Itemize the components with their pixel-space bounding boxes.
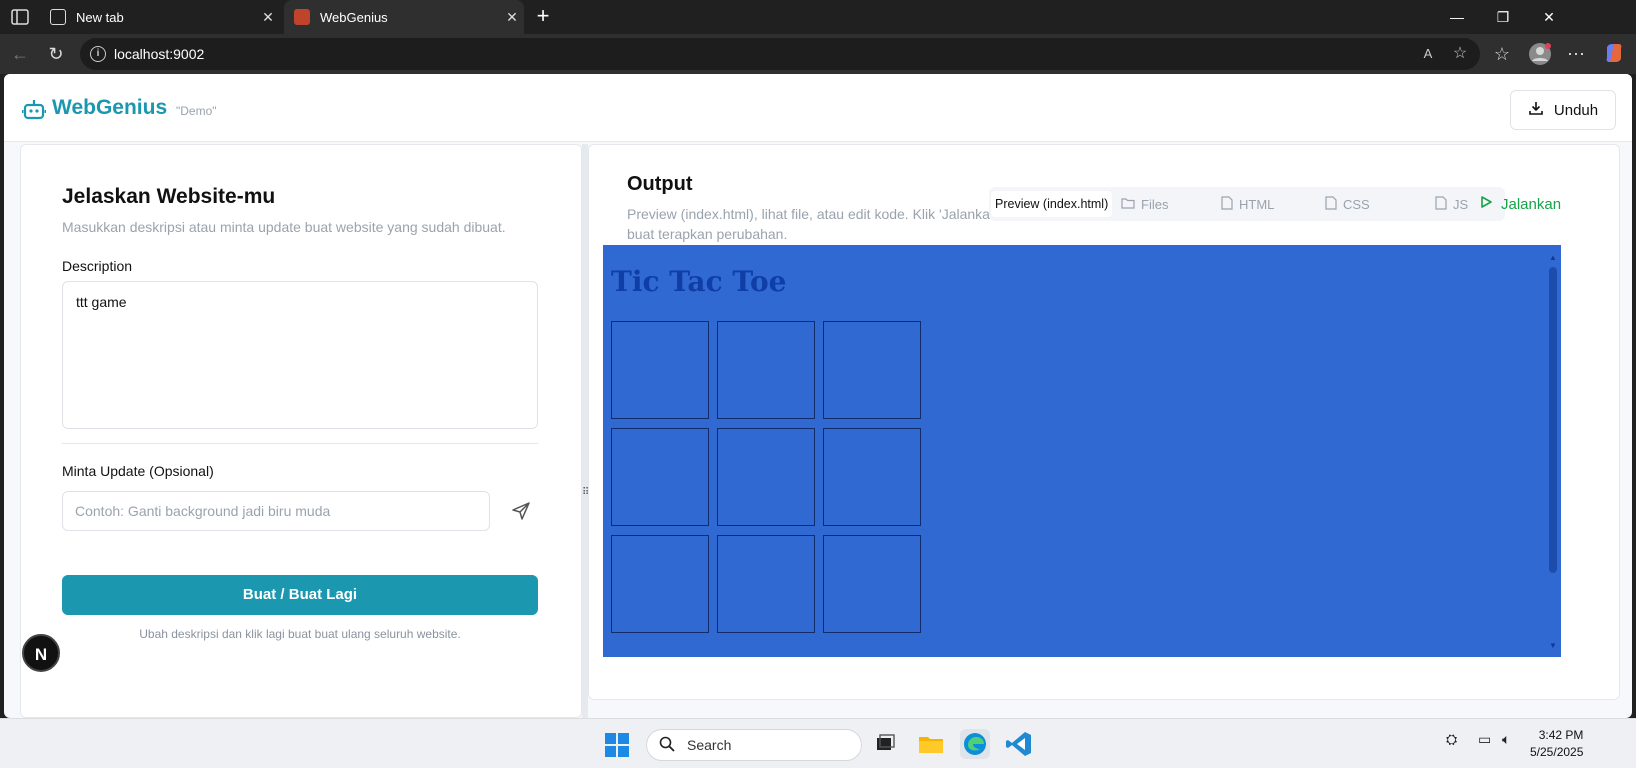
taskbar-search[interactable]: Search bbox=[646, 729, 862, 761]
description-panel: Jelaskan Website-mu Masukkan deskripsi a… bbox=[20, 144, 582, 718]
more-menu-icon[interactable]: ⋯ bbox=[1564, 42, 1588, 66]
new-tab-icon bbox=[50, 9, 66, 25]
minimize-icon[interactable]: — bbox=[1434, 5, 1480, 29]
tab-files-label: Files bbox=[1141, 196, 1169, 212]
close-window-icon[interactable]: ✕ bbox=[1526, 5, 1572, 29]
file-code-icon bbox=[1325, 195, 1337, 213]
tab-preview[interactable]: Preview (index.html) bbox=[991, 191, 1113, 217]
network-icon[interactable]: ▭ bbox=[1478, 731, 1491, 748]
download-label: Unduh bbox=[1553, 101, 1599, 119]
restore-icon[interactable]: ❐ bbox=[1480, 5, 1526, 29]
close-tab-icon[interactable]: ✕ bbox=[500, 9, 524, 26]
browser-tab-title: WebGenius bbox=[320, 9, 388, 25]
description-textarea[interactable]: ttt game bbox=[62, 281, 538, 429]
update-label: Minta Update (Opsional) bbox=[62, 463, 214, 479]
output-subtitle: Preview (index.html), lihat file, atau e… bbox=[627, 206, 1001, 242]
new-tab-button[interactable]: + bbox=[530, 4, 556, 30]
brand-title: WebGenius bbox=[52, 96, 168, 119]
ttt-cell[interactable] bbox=[717, 428, 815, 526]
download-button[interactable]: Unduh bbox=[1510, 90, 1616, 130]
preview-scrollbar-thumb[interactable] bbox=[1549, 267, 1557, 573]
tab-js[interactable]: JS bbox=[1435, 191, 1468, 217]
search-placeholder: Search bbox=[687, 737, 732, 753]
ttt-cell[interactable] bbox=[611, 321, 709, 419]
play-icon bbox=[1479, 195, 1493, 213]
clock-time: 3:42 PM bbox=[1538, 728, 1584, 742]
favorites-icon[interactable]: ☆ bbox=[1490, 42, 1514, 66]
tray-app-icon[interactable]: ⛭ bbox=[1446, 731, 1457, 748]
task-view-icon[interactable] bbox=[870, 729, 900, 759]
scroll-down-icon[interactable]: ▼ bbox=[1549, 641, 1557, 650]
app-header: WebGenius "Demo" Unduh bbox=[4, 74, 1632, 142]
profile-avatar-icon[interactable] bbox=[1528, 42, 1552, 66]
scroll-up-icon[interactable]: ▲ bbox=[1549, 253, 1557, 262]
tab-css[interactable]: CSS bbox=[1325, 191, 1370, 217]
divider bbox=[62, 443, 538, 444]
refresh-icon[interactable]: ↻ bbox=[44, 42, 68, 66]
update-input[interactable] bbox=[62, 491, 490, 531]
search-icon bbox=[659, 736, 675, 755]
tab-files[interactable]: Files bbox=[1121, 191, 1168, 217]
description-label: Description bbox=[62, 258, 133, 274]
url-text: localhost:9002 bbox=[114, 46, 205, 62]
tab-preview-label: Preview (index.html) bbox=[995, 197, 1109, 211]
browser-tab-title: New tab bbox=[76, 9, 124, 25]
build-hint: Ubah deskripsi dan klik lagi buat buat u… bbox=[139, 627, 461, 641]
back-icon[interactable]: ← bbox=[8, 42, 32, 66]
system-clock[interactable]: 3:42 PM 5/25/2025 bbox=[1530, 727, 1583, 761]
file-explorer-icon[interactable] bbox=[916, 729, 946, 759]
ttt-cell[interactable] bbox=[823, 535, 921, 633]
output-tabs: Preview (index.html) Files HTML CSS JS bbox=[989, 187, 1505, 221]
start-icon[interactable] bbox=[605, 733, 629, 757]
panel-title: Jelaskan Website-mu bbox=[62, 185, 276, 208]
site-info-icon[interactable]: i bbox=[90, 46, 106, 62]
webgenius-favicon-icon bbox=[294, 9, 310, 25]
run-button[interactable]: Jalankan bbox=[1479, 195, 1561, 213]
tab-html[interactable]: HTML bbox=[1221, 191, 1274, 217]
send-update-button[interactable] bbox=[509, 499, 533, 523]
download-icon bbox=[1528, 100, 1544, 120]
nextjs-dev-badge[interactable]: N bbox=[22, 634, 60, 672]
bot-logo-icon bbox=[21, 98, 47, 120]
folder-icon bbox=[1121, 197, 1135, 212]
build-button[interactable]: Buat / Buat Lagi bbox=[62, 575, 538, 615]
browser-tab-webgenius[interactable]: WebGenius ✕ bbox=[284, 0, 524, 34]
favorite-star-icon[interactable]: ☆ bbox=[1450, 44, 1470, 64]
file-code-icon bbox=[1435, 195, 1447, 213]
ttt-cell[interactable] bbox=[717, 535, 815, 633]
ttt-cell[interactable] bbox=[823, 321, 921, 419]
read-aloud-icon[interactable]: A bbox=[1418, 44, 1438, 64]
address-bar-row: ← ↻ i localhost:9002 A ☆ ☆ ⋯ bbox=[0, 34, 1636, 74]
tab-html-label: HTML bbox=[1239, 196, 1275, 212]
output-title: Output bbox=[627, 173, 693, 195]
vscode-icon[interactable] bbox=[1004, 729, 1034, 759]
webgenius-page: WebGenius "Demo" Unduh Jelaskan Website-… bbox=[4, 74, 1632, 718]
ttt-cell[interactable] bbox=[823, 428, 921, 526]
tab-actions-icon[interactable] bbox=[10, 7, 30, 27]
copilot-icon[interactable] bbox=[1602, 42, 1626, 66]
ttt-cell[interactable] bbox=[611, 428, 709, 526]
send-icon bbox=[512, 502, 530, 520]
ttt-cell[interactable] bbox=[611, 535, 709, 633]
output-panel: Output Preview (index.html), lihat file,… bbox=[588, 144, 1620, 700]
edge-browser-icon[interactable] bbox=[960, 729, 990, 759]
browser-tab-new-tab[interactable]: New tab ✕ bbox=[40, 0, 280, 34]
close-tab-icon[interactable]: ✕ bbox=[256, 9, 280, 26]
run-label: Jalankan bbox=[1501, 195, 1562, 213]
clock-date: 5/25/2025 bbox=[1530, 745, 1584, 759]
panel-subtitle: Masukkan deskripsi atau minta update bua… bbox=[62, 219, 506, 235]
demo-tag: "Demo" bbox=[176, 104, 217, 118]
preview-heading: Tic Tac Toe bbox=[611, 265, 787, 298]
volume-icon[interactable]: 🔈︎ bbox=[1502, 731, 1510, 748]
tab-js-label: JS bbox=[1453, 196, 1469, 212]
file-code-icon bbox=[1221, 195, 1233, 213]
ttt-cell[interactable] bbox=[717, 321, 815, 419]
url-field[interactable]: i localhost:9002 A ☆ bbox=[80, 38, 1480, 70]
tab-css-label: CSS bbox=[1343, 196, 1370, 212]
preview-frame[interactable]: Tic Tac Toe ▲ ▼ bbox=[603, 245, 1561, 657]
windows-taskbar: Search ⛭ ▭ 🔈︎ 3:42 PM 5/25/2025 bbox=[0, 718, 1636, 768]
browser-tab-bar: New tab ✕ WebGenius ✕ + — ❐ ✕ bbox=[0, 0, 1636, 34]
